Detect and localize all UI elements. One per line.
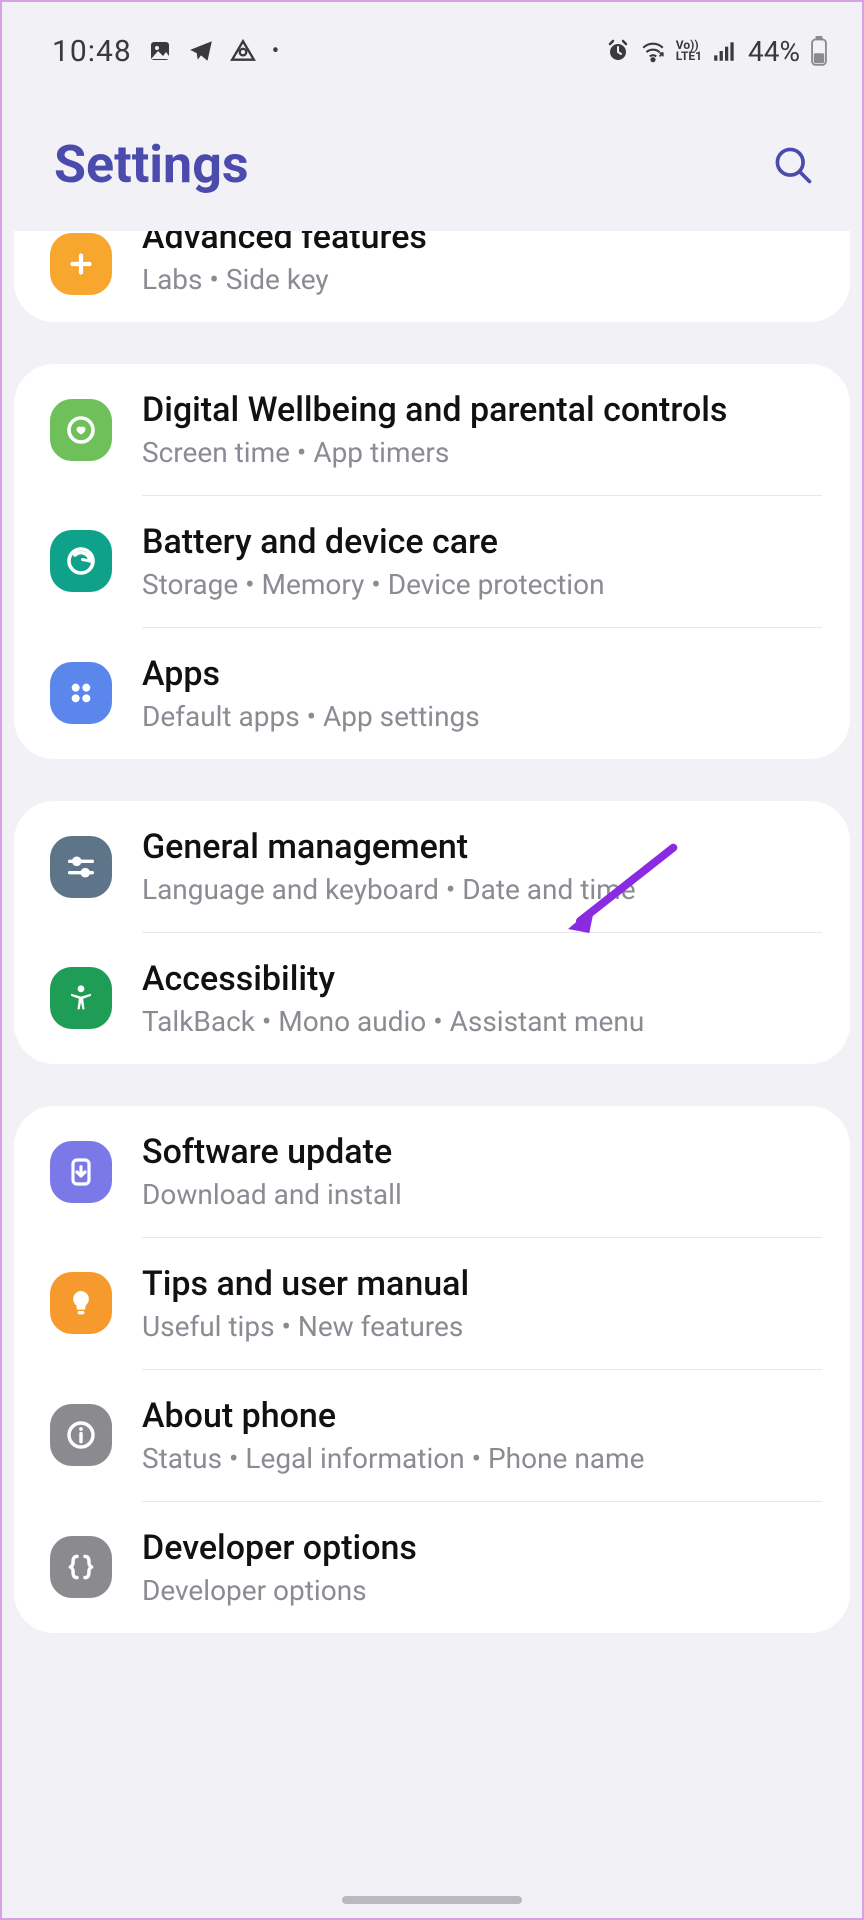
status-left: 10:48 •: [52, 34, 279, 69]
clock: 10:48: [52, 34, 132, 69]
row-body: Accessibility TalkBack • Mono audio • As…: [142, 932, 822, 1038]
apps-icon: [50, 662, 112, 724]
row-subtitle: TalkBack • Mono audio • Assistant menu: [142, 1005, 822, 1038]
row-digital-wellbeing[interactable]: Digital Wellbeing and parental controls …: [14, 364, 850, 495]
row-body: Developer options Developer options: [142, 1501, 822, 1607]
wifi-icon: [640, 38, 666, 64]
row-title: Digital Wellbeing and parental controls: [142, 390, 822, 430]
telegram-icon: [188, 38, 214, 64]
row-body: Digital Wellbeing and parental controls …: [142, 390, 822, 469]
triangle-alert-icon: [230, 38, 256, 64]
row-body: Tips and user manual Useful tips • New f…: [142, 1237, 822, 1343]
row-accessibility[interactable]: Accessibility TalkBack • Mono audio • As…: [14, 932, 850, 1064]
row-subtitle: Download and install: [142, 1178, 822, 1211]
row-subtitle: Status • Legal information • Phone name: [142, 1442, 822, 1475]
wellbeing-icon: [50, 399, 112, 461]
row-subtitle: Storage • Memory • Device protection: [142, 568, 822, 601]
row-battery-device-care[interactable]: Battery and device care Storage • Memory…: [14, 495, 850, 627]
row-title: Tips and user manual: [142, 1264, 822, 1304]
row-about-phone[interactable]: About phone Status • Legal information •…: [14, 1369, 850, 1501]
header: Settings: [2, 82, 862, 231]
page-title: Settings: [54, 134, 249, 195]
row-subtitle: Language and keyboard • Date and time: [142, 873, 822, 906]
status-right: Vo))LTE1 44%: [606, 35, 828, 68]
tips-icon: [50, 1272, 112, 1334]
row-title: General management: [142, 827, 822, 867]
row-apps[interactable]: Apps Default apps • App settings: [14, 627, 850, 759]
row-body: Software update Download and install: [142, 1132, 822, 1211]
software-update-icon: [50, 1141, 112, 1203]
settings-group-1: Digital Wellbeing and parental controls …: [14, 364, 850, 759]
row-developer-options[interactable]: Developer options Developer options: [14, 1501, 850, 1633]
row-body: Battery and device care Storage • Memory…: [142, 495, 822, 601]
row-subtitle: Default apps • App settings: [142, 700, 822, 733]
settings-group-0: Advanced features Labs • Side key: [14, 231, 850, 322]
more-dot-icon: •: [272, 39, 279, 64]
row-subtitle: Developer options: [142, 1574, 822, 1607]
row-body: General management Language and keyboard…: [142, 827, 822, 906]
volte-icon: Vo))LTE1: [676, 40, 702, 62]
row-title: Accessibility: [142, 959, 822, 999]
advanced-features-icon: [50, 233, 112, 295]
alarm-icon: [606, 39, 630, 63]
signal-icon: [712, 38, 738, 64]
row-body: About phone Status • Legal information •…: [142, 1369, 822, 1475]
row-body: Apps Default apps • App settings: [142, 627, 822, 733]
row-tips-manual[interactable]: Tips and user manual Useful tips • New f…: [14, 1237, 850, 1369]
accessibility-icon: [50, 967, 112, 1029]
row-title: Battery and device care: [142, 522, 822, 562]
developer-options-icon: [50, 1536, 112, 1598]
settings-group-2: General management Language and keyboard…: [14, 801, 850, 1064]
row-title: Developer options: [142, 1528, 822, 1568]
row-title: Software update: [142, 1132, 822, 1172]
about-phone-icon: [50, 1404, 112, 1466]
battery-icon: [810, 36, 828, 66]
row-general-management[interactable]: General management Language and keyboard…: [14, 801, 850, 932]
device-care-icon: [50, 530, 112, 592]
row-title: Advanced features: [142, 231, 822, 257]
row-advanced-features[interactable]: Advanced features Labs • Side key: [14, 231, 850, 322]
row-body: Advanced features Labs • Side key: [142, 231, 822, 296]
row-title: About phone: [142, 1396, 822, 1436]
status-bar: 10:48 • Vo))LTE1 44%: [2, 2, 862, 82]
home-indicator[interactable]: [342, 1896, 522, 1904]
row-software-update[interactable]: Software update Download and install: [14, 1106, 850, 1237]
search-icon: [771, 143, 815, 187]
gallery-icon: [148, 39, 172, 63]
row-subtitle: Screen time • App timers: [142, 436, 822, 469]
general-management-icon: [50, 836, 112, 898]
battery-percent: 44%: [748, 35, 800, 68]
row-title: Apps: [142, 654, 822, 694]
row-subtitle: Labs • Side key: [142, 263, 822, 296]
row-subtitle: Useful tips • New features: [142, 1310, 822, 1343]
search-button[interactable]: [768, 140, 818, 190]
settings-group-3: Software update Download and install Tip…: [14, 1106, 850, 1633]
